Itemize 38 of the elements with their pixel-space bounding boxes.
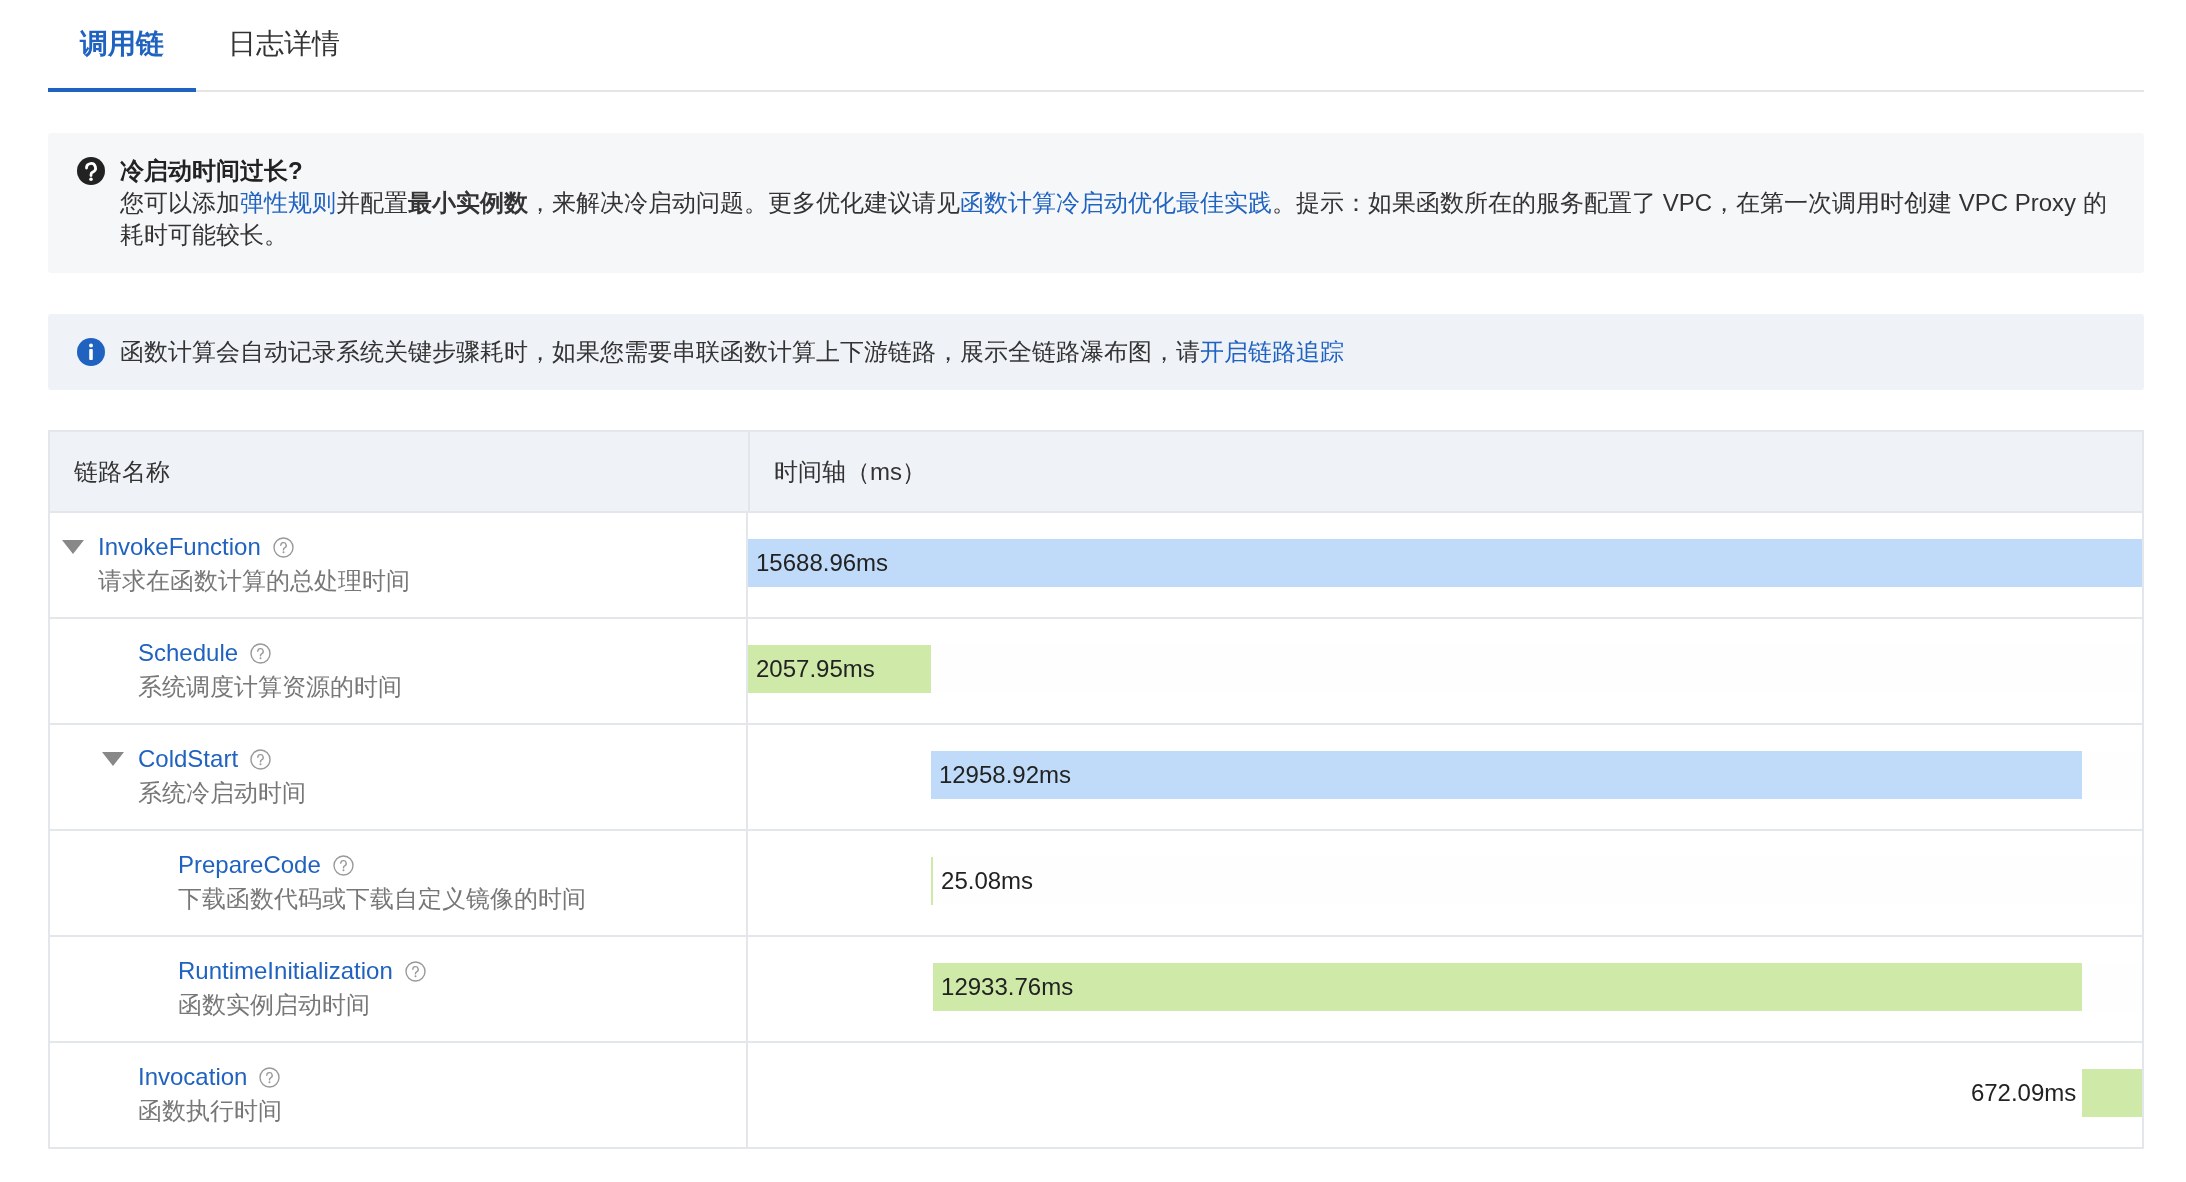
help-icon[interactable] [404, 960, 426, 982]
collapse-caret-icon[interactable] [100, 751, 126, 767]
duration-label: 12933.76ms [941, 972, 1074, 1002]
help-icon[interactable] [272, 536, 294, 558]
info-icon [76, 337, 106, 367]
tab[interactable]: 日志详情 [196, 0, 372, 92]
duration-label: 15688.96ms [756, 548, 889, 578]
span-name[interactable]: Invocation [138, 1063, 248, 1091]
tab[interactable]: 调用链 [48, 0, 196, 92]
span-description: 系统冷启动时间 [138, 778, 306, 808]
span-description: 函数实例启动时间 [178, 990, 370, 1020]
span-description: 请求在函数计算的总处理时间 [98, 566, 410, 596]
duration-label: 25.08ms [941, 866, 1034, 896]
span-name[interactable]: ColdStart [138, 745, 239, 773]
column-header: 链路名称 [73, 456, 171, 487]
help-icon[interactable] [259, 1066, 281, 1088]
help-icon[interactable] [332, 854, 354, 876]
span-name[interactable]: RuntimeInitialization [178, 957, 393, 985]
help-icon [76, 156, 106, 186]
duration-label: 12958.92ms [938, 760, 1071, 790]
help-icon[interactable] [250, 642, 272, 664]
link[interactable]: 弹性规则 [240, 189, 336, 216]
notice-text: 您可以添加弹性规则并配置最小实例数，来解决冷启动问题。更多优化建议请见函数计算冷启动优化最佳实践。提示：如果函数所在的服务配置了 VPC，在第一次调用时创建 VPC Proxy 的耗时可能较长。 [120, 188, 2108, 250]
help-icon[interactable] [250, 748, 272, 770]
span-name[interactable]: Schedule [138, 639, 239, 667]
span-description: 下载函数代码或下载自定义镜像的时间 [178, 884, 586, 914]
collapse-caret-icon[interactable] [60, 539, 86, 555]
notice-text: 函数计算会自动记录系统关键步骤耗时，如果您需要串联函数计算上下游链路，展示全链路瀑布图，请开启链路追踪 [120, 337, 1344, 367]
notice-title: 冷启动时间过长? [120, 156, 304, 186]
link[interactable]: 函数计算冷启动优化最佳实践 [960, 189, 1272, 216]
span-description: 系统调度计算资源的时间 [138, 672, 402, 702]
span-description: 函数执行时间 [138, 1096, 282, 1126]
column-header: 时间轴（ms） [748, 432, 2142, 511]
span-name[interactable]: InvokeFunction [98, 533, 261, 561]
span-name[interactable]: PrepareCode [178, 851, 321, 879]
link[interactable]: 开启链路追踪 [1200, 338, 1344, 365]
duration-label: 672.09ms [1970, 1078, 2077, 1108]
duration-label: 2057.95ms [756, 654, 875, 684]
